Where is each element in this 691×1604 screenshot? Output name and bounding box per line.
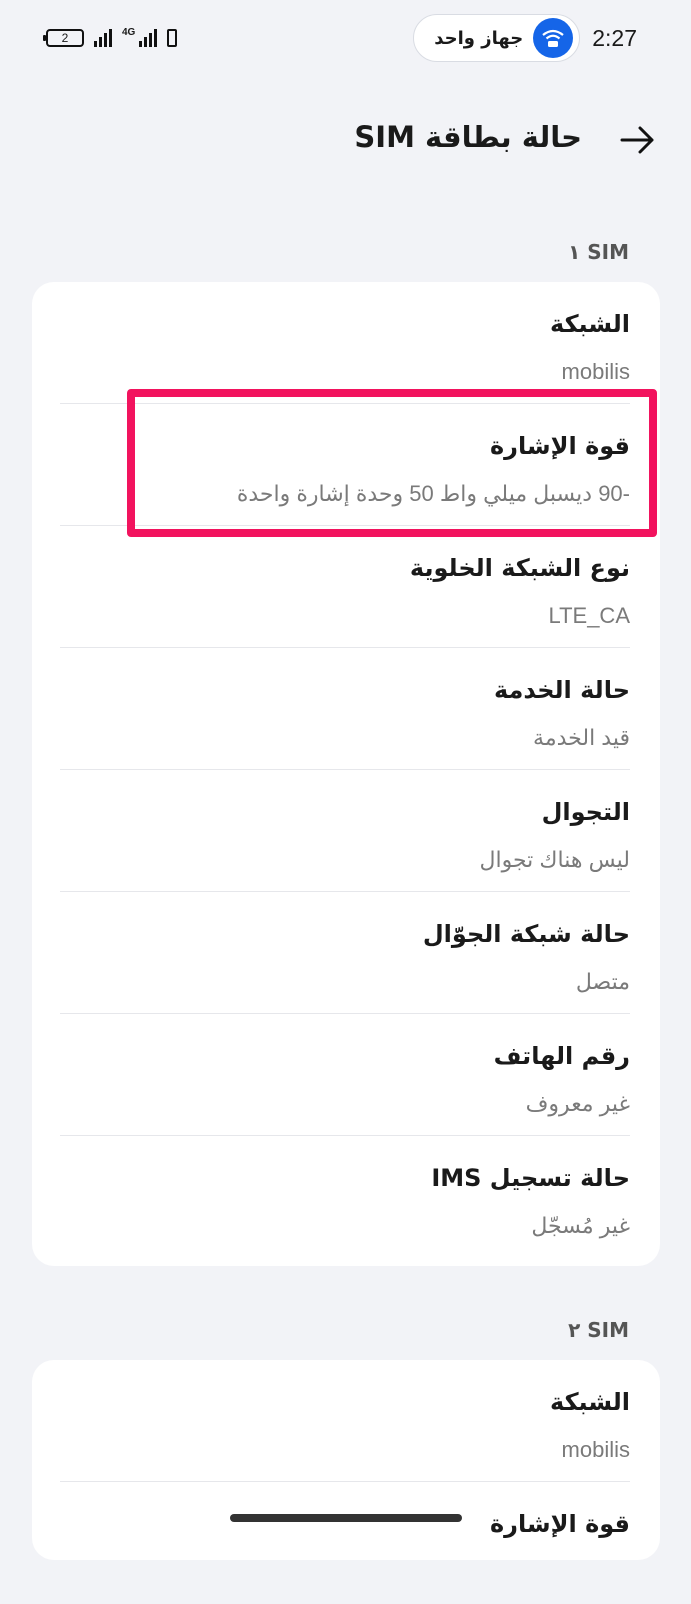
row-title: الشبكة: [550, 1388, 630, 1416]
clock: 2:27: [592, 24, 637, 51]
sim1-row-roaming: التجوال ليس هناك تجوال: [32, 770, 660, 892]
row-title: قوة الإشارة: [490, 1510, 630, 1538]
sim2-row-network: الشبكة mobilis: [32, 1360, 660, 1482]
row-value: غير معروف: [525, 1091, 630, 1116]
row-value: متصل: [575, 969, 630, 994]
row-title: حالة تسجيل IMS: [431, 1164, 630, 1192]
arrow-right-icon[interactable]: [618, 122, 658, 158]
row-title: نوع الشبكة الخلوية: [409, 554, 630, 582]
status-bar: 2 4G جهاز واحد 2:27: [0, 0, 691, 80]
row-title: حالة الخدمة: [493, 676, 630, 704]
battery-icon: 2: [43, 29, 84, 47]
row-title: قوة الإشارة: [490, 432, 630, 460]
header: حالة بطاقة SIM: [0, 110, 691, 170]
battery-level: 2: [61, 31, 69, 45]
page-title: حالة بطاقة SIM: [354, 120, 582, 154]
row-value: mobilis: [561, 1437, 630, 1462]
network-type: 4G: [122, 27, 136, 38]
row-value: LTE_CA: [548, 603, 630, 628]
row-value: -90 ديسبل ميلي واط 50 وحدة إشارة واحدة: [236, 481, 630, 506]
row-value: ليس هناك تجوال: [479, 847, 630, 872]
sim1-row-signal-strength: قوة الإشارة -90 ديسبل ميلي واط 50 وحدة إ…: [32, 404, 660, 526]
row-value: غير مُسجّل: [531, 1213, 630, 1238]
hotspot-icon: [533, 18, 574, 58]
sim1-section-label: SIM ١: [568, 240, 629, 264]
sim1-row-mobile-network-state: حالة شبكة الجوّال متصل: [32, 892, 660, 1014]
hotspot-chip[interactable]: جهاز واحد: [413, 14, 581, 62]
row-value: mobilis: [561, 359, 630, 384]
row-title: رقم الهاتف: [493, 1042, 630, 1070]
vibrate-icon: [167, 29, 178, 47]
sim2-section-label: SIM ٢: [568, 1318, 629, 1342]
sim1-row-service-state: حالة الخدمة قيد الخدمة: [32, 648, 660, 770]
home-indicator[interactable]: [230, 1514, 462, 1522]
sim2-row-signal-strength: قوة الإشارة: [32, 1482, 660, 1604]
sim1-row-network: الشبكة mobilis: [32, 282, 660, 404]
status-icons: 2 4G: [43, 27, 178, 47]
hotspot-label: جهاز واحد: [434, 27, 524, 49]
sim2-card: الشبكة mobilis قوة الإشارة: [32, 1360, 660, 1560]
row-title: التجوال: [541, 798, 630, 826]
signal-bars-2-icon: [139, 29, 158, 47]
row-title: حالة شبكة الجوّال: [422, 920, 630, 948]
sim1-row-cellular-type: نوع الشبكة الخلوية LTE_CA: [32, 526, 660, 648]
row-title: الشبكة: [550, 310, 630, 338]
sim1-row-ims-registration: حالة تسجيل IMS غير مُسجّل: [32, 1136, 660, 1266]
signal-bars-icon: [94, 29, 112, 47]
sim1-card: الشبكة mobilis قوة الإشارة -90 ديسبل ميل…: [32, 282, 660, 1266]
sim1-row-phone-number: رقم الهاتف غير معروف: [32, 1014, 660, 1136]
row-value: قيد الخدمة: [533, 725, 630, 750]
